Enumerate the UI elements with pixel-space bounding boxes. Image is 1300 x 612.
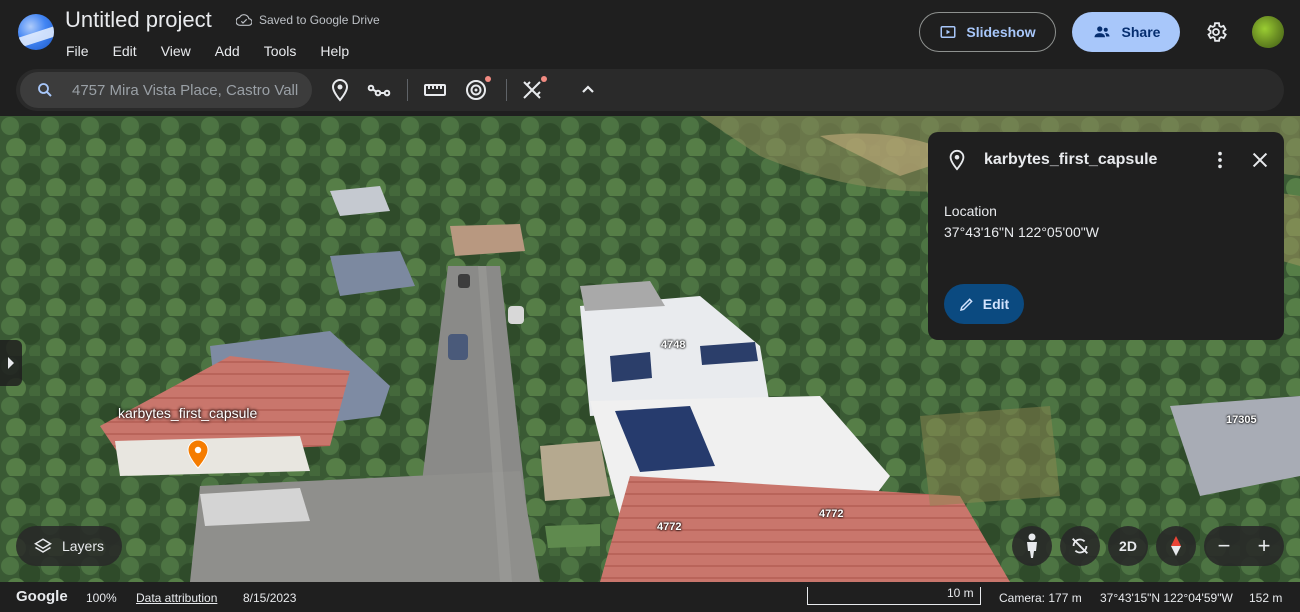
address-label: 4772 bbox=[657, 521, 682, 533]
app-header: Untitled project Saved to Google Drive F… bbox=[0, 0, 1300, 68]
layers-label: Layers bbox=[61, 538, 105, 554]
search-icon bbox=[38, 83, 52, 97]
measure-tool-icon[interactable] bbox=[520, 78, 544, 102]
address-label: 17305 bbox=[1226, 414, 1257, 426]
menu-tools[interactable]: Tools bbox=[264, 43, 297, 59]
menu-edit[interactable]: Edit bbox=[113, 43, 137, 59]
close-icon[interactable] bbox=[1249, 149, 1271, 171]
address-label: 4772 bbox=[819, 508, 844, 520]
slideshow-label: Slideshow bbox=[966, 24, 1036, 40]
imagery-date: 8/15/2023 bbox=[243, 591, 297, 605]
more-vert-icon[interactable] bbox=[1209, 149, 1231, 171]
save-status: Saved to Google Drive bbox=[236, 12, 380, 28]
compass-button[interactable] bbox=[1156, 526, 1196, 566]
scale-label: 10 m bbox=[947, 586, 974, 600]
street-view-button[interactable] bbox=[1012, 526, 1052, 566]
status-bar: Google 100% Data attribution 8/15/2023 1… bbox=[0, 582, 1300, 612]
2d-toggle-button[interactable]: 2D bbox=[1108, 526, 1148, 566]
data-attribution-link[interactable]: Data attribution bbox=[136, 591, 217, 605]
placemark-label[interactable]: karbytes_first_capsule bbox=[118, 405, 257, 421]
placemark-icon bbox=[949, 149, 965, 171]
menu-add[interactable]: Add bbox=[215, 43, 240, 59]
camera-altitude: Camera: 177 m bbox=[999, 591, 1082, 605]
menu-help[interactable]: Help bbox=[320, 43, 349, 59]
search-box[interactable] bbox=[20, 72, 312, 108]
ruler-icon[interactable] bbox=[423, 78, 447, 102]
user-avatar[interactable] bbox=[1252, 16, 1284, 48]
project-title[interactable]: Untitled project bbox=[65, 7, 212, 33]
google-logo: Google bbox=[16, 588, 68, 605]
placemark-icon[interactable] bbox=[328, 78, 352, 102]
slideshow-button[interactable]: Slideshow bbox=[919, 12, 1056, 52]
save-status-text: Saved to Google Drive bbox=[259, 13, 380, 27]
path-icon[interactable] bbox=[367, 78, 391, 102]
panel-title: karbytes_first_capsule bbox=[984, 151, 1158, 168]
side-panel-toggle[interactable] bbox=[0, 340, 22, 386]
menu-file[interactable]: File bbox=[66, 43, 89, 59]
zoom-controls: − + bbox=[1204, 526, 1284, 566]
edit-label: Edit bbox=[982, 296, 1010, 312]
toolbar-divider bbox=[506, 79, 507, 101]
address-label: 4748 bbox=[661, 339, 686, 351]
people-icon bbox=[1094, 26, 1110, 38]
layers-button[interactable]: Layers bbox=[16, 526, 122, 566]
placemark-pin-icon[interactable] bbox=[187, 439, 209, 469]
zoom-out-button[interactable]: − bbox=[1218, 533, 1231, 559]
cursor-coordinates: 37°43'15"N 122°04'59"W bbox=[1100, 591, 1233, 605]
location-value: 37°43'16"N 122°05'00"W bbox=[944, 224, 1099, 240]
pencil-icon bbox=[959, 298, 973, 312]
pegman-icon bbox=[1027, 533, 1037, 558]
toolbar-divider bbox=[407, 79, 408, 101]
slideshow-icon bbox=[940, 26, 956, 38]
voyager-icon[interactable] bbox=[464, 78, 488, 102]
menu-bar: File Edit View Add Tools Help bbox=[66, 43, 373, 59]
settings-gear-icon[interactable] bbox=[1204, 20, 1228, 44]
location-label: Location bbox=[944, 203, 997, 219]
feature-info-panel: karbytes_first_capsule Location 37°43'16… bbox=[928, 132, 1284, 340]
share-button[interactable]: Share bbox=[1072, 12, 1180, 52]
layers-icon bbox=[34, 538, 52, 553]
tilt-off-icon bbox=[1072, 538, 1088, 554]
tilt-button[interactable] bbox=[1060, 526, 1100, 566]
menu-view[interactable]: View bbox=[161, 43, 191, 59]
compass-icon bbox=[1171, 536, 1181, 556]
cloud-done-icon bbox=[236, 14, 252, 26]
new-feature-dot bbox=[485, 76, 491, 82]
collapse-icon[interactable] bbox=[576, 78, 600, 102]
google-earth-logo[interactable] bbox=[18, 14, 54, 50]
toolbar bbox=[16, 69, 1284, 111]
search-input[interactable] bbox=[72, 81, 302, 99]
new-feature-dot bbox=[541, 76, 547, 82]
elevation: 152 m bbox=[1249, 591, 1283, 605]
zoom-percent[interactable]: 100% bbox=[86, 591, 117, 605]
zoom-in-button[interactable]: + bbox=[1258, 533, 1271, 559]
share-label: Share bbox=[1121, 24, 1161, 40]
edit-button[interactable]: Edit bbox=[944, 284, 1024, 324]
